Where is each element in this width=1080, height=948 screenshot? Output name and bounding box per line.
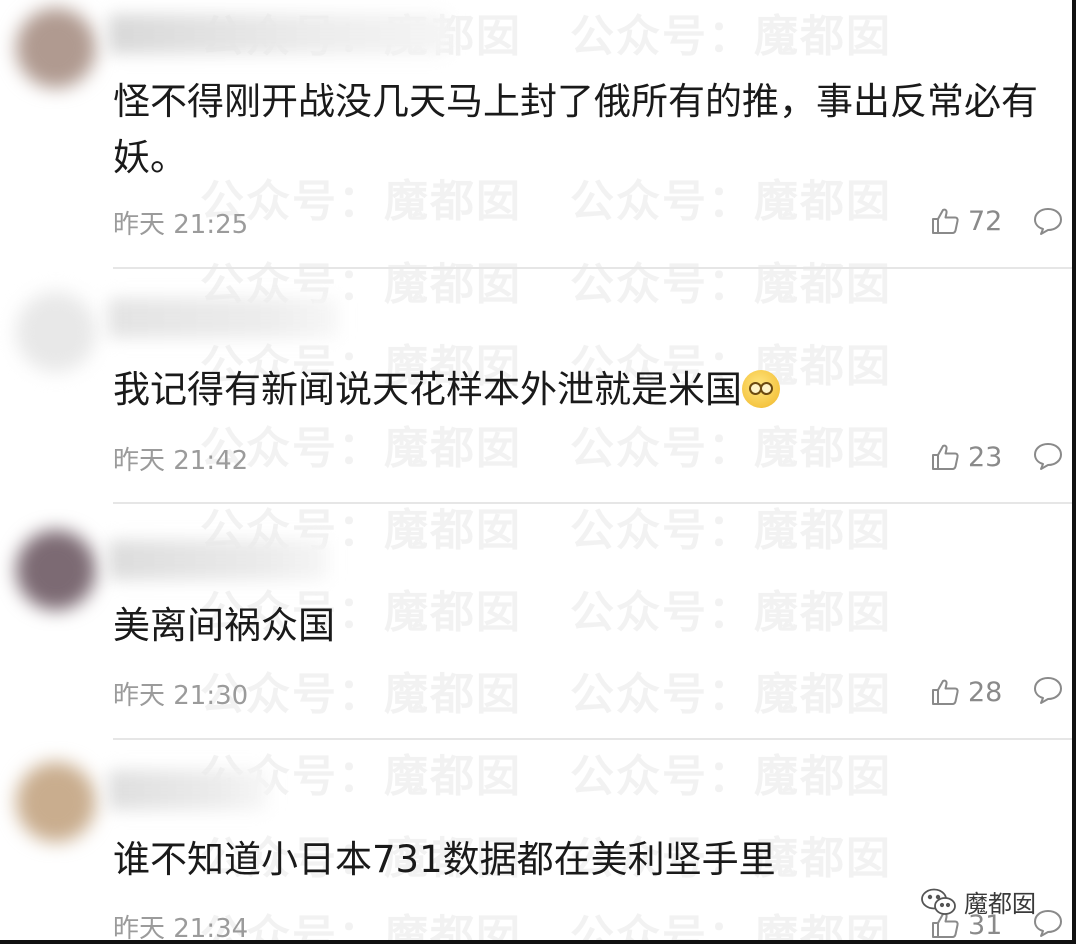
avatar[interactable] [16,8,96,88]
username-blurred[interactable] [108,540,328,580]
comment-time: 昨天 21:25 [113,210,249,240]
divider [113,502,1072,504]
comment-time: 昨天 21:34 [113,914,249,944]
comment-text: 怪不得刚开战没几天马上封了俄所有的推，事出反常必有妖。 [113,80,1038,179]
thumbs-up-icon [932,679,959,705]
divider [113,738,1072,740]
like-count: 23 [968,441,1003,473]
watermark: 公众号：魔都囡 [570,259,892,310]
divider [113,267,1072,269]
avatar[interactable] [16,530,96,610]
like-count: 72 [968,205,1003,237]
comment-time: 昨天 21:42 [113,446,249,476]
comment-text: 美离间祸众国 [113,604,335,647]
watermark: 公众号：魔都囡 [200,911,522,944]
watermark: 公众号：魔都囡 [200,669,522,720]
watermark: 公众号：魔都囡 [570,423,892,474]
watermark: 公众号：魔都囡 [570,751,892,802]
speech-bubble-icon[interactable] [1032,908,1064,938]
like-button[interactable]: 72 [930,204,1002,238]
username-blurred[interactable] [108,14,448,54]
comment-text: 我记得有新闻说天花样本外泄就是米国 [113,362,1053,418]
wechat-icon [921,888,956,915]
avatar[interactable] [16,292,96,372]
brand-watermark: 魔都囡 [920,884,1036,919]
watermark: 公众号：魔都囡 [200,423,522,474]
like-button[interactable]: 23 [930,440,1002,474]
watermark: 公众号：魔都囡 [570,911,892,944]
thumbs-up-icon [932,444,959,470]
watermark: 公众号：魔都囡 [570,11,892,62]
username-blurred[interactable] [108,298,338,338]
speech-bubble-icon[interactable] [1032,206,1064,236]
brand-label: 魔都囡 [964,890,1036,918]
avatar[interactable] [16,762,96,842]
speech-bubble-icon[interactable] [1032,441,1064,471]
like-count: 28 [968,676,1003,708]
grinning-face-emoji [742,370,780,408]
username-blurred[interactable] [108,770,268,810]
comment-list-panel: 公众号：魔都囡 公众号：魔都囡 公众号：魔都囡 公众号：魔都囡 公众号：魔都囡 … [0,0,1076,944]
thumbs-up-icon [932,208,959,234]
watermark: 公众号：魔都囡 [570,669,892,720]
like-button[interactable]: 28 [930,675,1002,709]
comment-text: 谁不知道小日本731数据都在美利坚手里 [113,838,776,881]
speech-bubble-icon[interactable] [1032,675,1064,705]
comment-time: 昨天 21:30 [113,681,249,711]
comment-text-body: 我记得有新闻说天花样本外泄就是米国 [113,368,742,411]
